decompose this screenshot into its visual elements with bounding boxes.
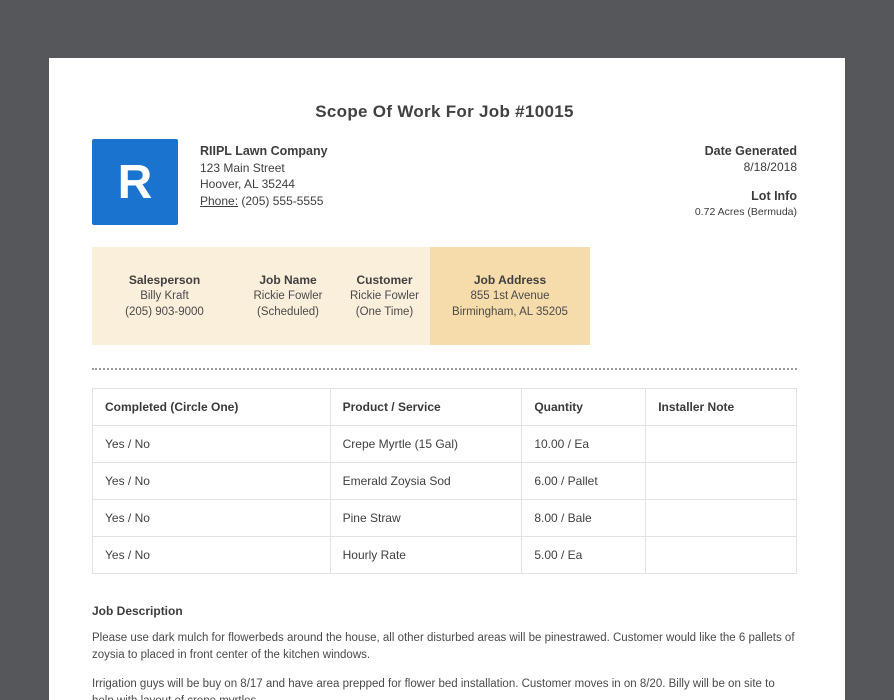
phone-label: Phone:	[200, 193, 239, 208]
job-summary-band: Salesperson Billy Kraft (205) 903-9000 J…	[92, 247, 590, 345]
company-info: RIIPL Lawn Company 123 Main Street Hoove…	[200, 139, 328, 225]
date-generated-value: 8/18/2018	[743, 160, 797, 174]
phone-value: (205) 555-5555	[241, 193, 324, 208]
header-completed: Completed (Circle One)	[92, 388, 331, 426]
completed-cell: Yes / No	[92, 425, 331, 463]
document-page: Scope Of Work For Job #10015 R RIIPL Law…	[49, 58, 845, 700]
lot-info-label: Lot Info	[751, 189, 797, 203]
lot-info-value: 0.72 Acres (Bermuda)	[694, 206, 797, 218]
company-name: RIIPL Lawn Company	[200, 144, 328, 158]
installer-note-cell	[645, 425, 797, 463]
completed-cell: Yes / No	[92, 499, 331, 537]
summary-customer: Customer Rickie Fowler (One Time)	[339, 247, 430, 345]
job-description-paragraph: Please use dark mulch for flowerbeds aro…	[92, 632, 795, 661]
work-items-table: Completed (Circle One) Product / Service…	[92, 388, 797, 574]
completed-cell: Yes / No	[92, 536, 331, 574]
summary-line: (One Time)	[355, 306, 414, 318]
logo-letter: R	[117, 155, 153, 209]
document-meta: Date Generated 8/18/2018 Lot Info 0.72 A…	[695, 139, 797, 225]
product-cell: Emerald Zoysia Sod	[329, 462, 523, 500]
summary-salesperson: Salesperson Billy Kraft (205) 903-9000	[92, 247, 237, 345]
installer-note-cell	[645, 536, 797, 574]
quantity-cell: 5.00 / Ea	[521, 536, 647, 574]
summary-label: Job Name	[259, 273, 317, 287]
job-description-paragraph: Irrigation guys will be buy on 8/17 and …	[92, 678, 775, 700]
table-row: Yes / No Crepe Myrtle (15 Gal) 10.00 / E…	[92, 425, 797, 463]
header-installer-note: Installer Note	[645, 388, 797, 426]
summary-label: Job Address	[473, 273, 547, 287]
completed-cell: Yes / No	[92, 462, 331, 500]
company-address-line1: 123 Main Street	[200, 160, 285, 175]
date-generated-label: Date Generated	[704, 144, 797, 158]
summary-job-address: Job Address 855 1st Avenue Birmingham, A…	[430, 247, 590, 345]
header-quantity: Quantity	[521, 388, 647, 426]
product-cell: Hourly Rate	[329, 536, 523, 574]
summary-line: Birmingham, AL 35205	[452, 306, 568, 318]
table-row: Yes / No Hourly Rate 5.00 / Ea	[92, 536, 797, 574]
summary-line: Rickie Fowler	[253, 290, 323, 302]
installer-note-cell	[645, 462, 797, 500]
quantity-cell: 6.00 / Pallet	[521, 462, 647, 500]
summary-line: (205) 903-9000	[125, 306, 204, 318]
table-row: Yes / No Pine Straw 8.00 / Bale	[92, 499, 797, 537]
job-description-section: Job Description Please use dark mulch fo…	[92, 604, 797, 700]
table-row: Yes / No Emerald Zoysia Sod 6.00 / Palle…	[92, 462, 797, 500]
summary-job-name: Job Name Rickie Fowler (Scheduled)	[237, 247, 339, 345]
summary-label: Salesperson	[128, 273, 201, 287]
header-product-service: Product / Service	[329, 388, 523, 426]
page-title: Scope Of Work For Job #10015	[315, 102, 574, 121]
product-cell: Pine Straw	[329, 499, 523, 537]
summary-line: Rickie Fowler	[349, 290, 419, 302]
table-header-row: Completed (Circle One) Product / Service…	[92, 388, 797, 426]
document-header: R RIIPL Lawn Company 123 Main Street Hoo…	[92, 139, 797, 225]
installer-note-cell	[645, 499, 797, 537]
dotted-divider	[92, 368, 797, 370]
summary-line: 855 1st Avenue	[470, 290, 550, 302]
summary-line: Billy Kraft	[140, 290, 189, 302]
job-description-heading: Job Description	[92, 604, 183, 618]
quantity-cell: 10.00 / Ea	[521, 425, 647, 463]
summary-label: Customer	[356, 273, 413, 287]
product-cell: Crepe Myrtle (15 Gal)	[329, 425, 523, 463]
summary-line: (Scheduled)	[256, 306, 319, 318]
company-address-line2: Hoover, AL 35244	[200, 177, 295, 191]
company-logo: R	[92, 139, 178, 225]
company-phone: Phone: (205) 555-5555	[200, 193, 328, 210]
quantity-cell: 8.00 / Bale	[521, 499, 647, 537]
